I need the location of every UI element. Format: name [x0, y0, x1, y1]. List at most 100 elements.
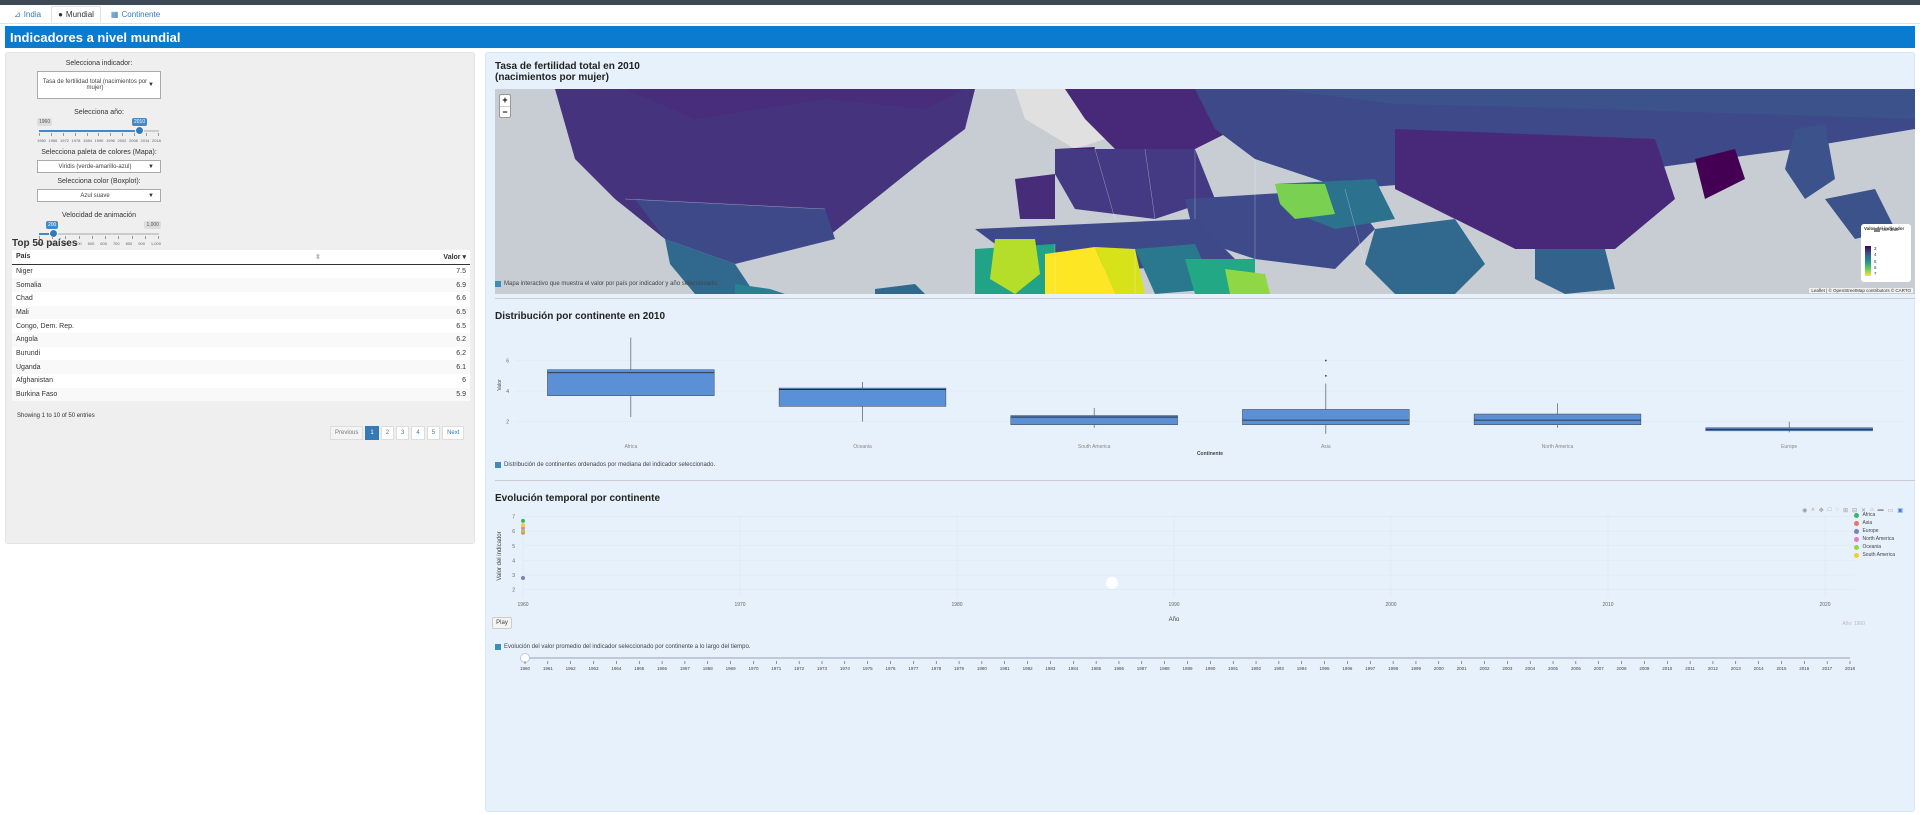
- pager-previous[interactable]: Previous: [330, 426, 364, 440]
- table-pager: Previous 1 2 3 4 5 Next: [330, 426, 465, 440]
- pager-5[interactable]: 5: [426, 426, 441, 440]
- table-row[interactable]: Chad 6.6: [12, 291, 470, 306]
- box[interactable]: [778, 387, 947, 407]
- y-tick-label: 6: [512, 529, 515, 535]
- zoom-in-button[interactable]: +: [500, 95, 510, 106]
- table-row[interactable]: Burkina Faso 5.9: [12, 387, 470, 402]
- series-point[interactable]: [521, 575, 525, 580]
- map-legend: Valor del indicador Sin dato 34567: [1861, 224, 1911, 282]
- zoom-out-button[interactable]: −: [500, 106, 510, 117]
- slider-year-label: 2012: [1708, 666, 1719, 671]
- plotly-logo-icon[interactable]: ▣: [1897, 507, 1903, 514]
- indicator-select-value: Tasa de fertilidad total (nacimientos po…: [42, 79, 148, 91]
- legend-item[interactable]: Oceania: [1854, 543, 1895, 551]
- tab-continente[interactable]: ▦ Continente: [105, 7, 166, 22]
- legend-tick: 6: [1874, 264, 1877, 270]
- col-valor[interactable]: Valor ▾: [324, 250, 470, 265]
- table-row[interactable]: Congo, Dem. Rep. 6.5: [12, 319, 470, 333]
- palette-select-value: Viridis (verde-amarillo-azul): [58, 163, 132, 170]
- indicator-select[interactable]: Tasa de fertilidad total (nacimientos po…: [37, 71, 161, 99]
- slider-year-label: 1993: [1274, 666, 1285, 671]
- tick-label: 1972: [60, 138, 69, 143]
- table-row[interactable]: Angola 6.2: [12, 332, 470, 347]
- zoom-icon[interactable]: ⌕: [1811, 507, 1814, 514]
- x-tick-label: 2020: [1819, 602, 1830, 608]
- slider-year-label: 2000: [1434, 666, 1445, 671]
- table-row[interactable]: Somalia 6.9: [12, 278, 470, 292]
- slider-year-label: 1977: [908, 666, 919, 671]
- page-title: Indicadores a nivel mundial: [5, 26, 1915, 48]
- lasso-icon[interactable]: ◌: [1835, 507, 1839, 514]
- slider-year-label: 2015: [1776, 666, 1787, 671]
- y-tick-label: 6: [506, 359, 509, 365]
- x-tick-label: Europe: [1781, 444, 1797, 450]
- table-row[interactable]: Niger 7.5: [12, 264, 470, 279]
- slider-year-label: 1982: [1023, 666, 1034, 671]
- legend-item[interactable]: Asia: [1854, 519, 1895, 527]
- table-row[interactable]: Burundi 6.2: [12, 346, 470, 361]
- series-point[interactable]: [521, 529, 525, 534]
- legend-item[interactable]: North America: [1854, 535, 1895, 543]
- caret-down-icon: ▼: [148, 163, 154, 170]
- pager-2[interactable]: 2: [380, 426, 395, 440]
- indicator-label: Selecciona indicador:: [65, 60, 133, 67]
- map-attribution[interactable]: Leaflet | © OpenStreetMap contributors ©…: [1809, 288, 1913, 293]
- x-tick-label: 1960: [517, 602, 528, 608]
- slider-year-label: 1995: [1320, 666, 1331, 671]
- legend-gradient: [1865, 246, 1871, 276]
- x-tick-label: Africa: [624, 444, 637, 450]
- country-cell: Niger: [12, 264, 325, 279]
- palette-label: Selecciona paleta de colores (Mapa):: [41, 149, 157, 156]
- col-pais[interactable]: País ⬍: [12, 250, 325, 265]
- tab-india[interactable]: ⊿ India: [8, 7, 47, 22]
- box[interactable]: [547, 369, 715, 396]
- pager-4[interactable]: 4: [411, 426, 425, 440]
- value-cell: 6.2: [324, 332, 470, 347]
- box[interactable]: [1473, 413, 1642, 425]
- info-icon: [495, 281, 501, 287]
- play-button[interactable]: Play: [492, 617, 512, 629]
- slider-year-label: 1999: [1411, 666, 1422, 671]
- series-point[interactable]: [521, 523, 525, 528]
- color-select[interactable]: Azul suave ▼: [37, 189, 161, 202]
- slider-year-label: 2010: [1662, 666, 1673, 671]
- camera-icon[interactable]: ◉: [1802, 507, 1807, 514]
- pager-next[interactable]: Next: [442, 426, 465, 440]
- palette-select[interactable]: Viridis (verde-amarillo-azul) ▼: [37, 160, 161, 173]
- y-tick-label: 7: [512, 514, 515, 520]
- table-row[interactable]: Uganda 6.1: [12, 360, 470, 374]
- legend-label: Asia: [1862, 520, 1873, 526]
- y-axis-label: Valor: [497, 379, 503, 391]
- info-icon: [495, 462, 501, 468]
- pager-3[interactable]: 3: [396, 426, 410, 440]
- tick-label: 500: [87, 241, 95, 246]
- legend-item[interactable]: South America: [1854, 551, 1895, 559]
- pager-1[interactable]: 1: [365, 426, 379, 440]
- pan-icon[interactable]: ✥: [1819, 507, 1824, 514]
- year-slider[interactable]: 1960 2010 1960 1966 1972 1978 1984 1990 1996 20…: [37, 118, 161, 146]
- slider-year-label: 1970: [748, 666, 759, 671]
- slider-year-label: 1986: [1114, 666, 1125, 671]
- x-tick-label: 1970: [734, 602, 745, 608]
- slider-year-label: 1966: [657, 666, 668, 671]
- table-row[interactable]: Mali 6.5: [12, 305, 470, 320]
- box-select-icon[interactable]: □: [1828, 507, 1832, 514]
- tick-label: 1,000: [150, 241, 161, 246]
- legend-swatch: [1854, 536, 1860, 542]
- value-cell: 5.9: [324, 387, 470, 402]
- box[interactable]: [1242, 409, 1410, 425]
- world-map[interactable]: + − Valor del indicador Sin dato 34567 L…: [495, 89, 1915, 294]
- tab-mundial[interactable]: ● Mundial: [51, 6, 101, 23]
- nav-tabs: ⊿ India ● Mundial ▦ Continente: [0, 5, 1920, 24]
- y-tick-label: 5: [512, 544, 515, 550]
- top50-title: Top 50 países: [12, 238, 78, 249]
- slider-year-label: 1989: [1182, 666, 1193, 671]
- legend-item[interactable]: Europe: [1854, 527, 1895, 535]
- zoom-in-icon[interactable]: ⊞: [1843, 507, 1848, 514]
- legend-swatch: [1854, 552, 1860, 558]
- slider-year-label: 2009: [1639, 666, 1650, 671]
- table-row[interactable]: Afghanistan 6: [12, 374, 470, 388]
- legend-item[interactable]: Africa: [1854, 511, 1895, 519]
- year-ticks: [39, 133, 159, 137]
- series-point[interactable]: [521, 518, 525, 523]
